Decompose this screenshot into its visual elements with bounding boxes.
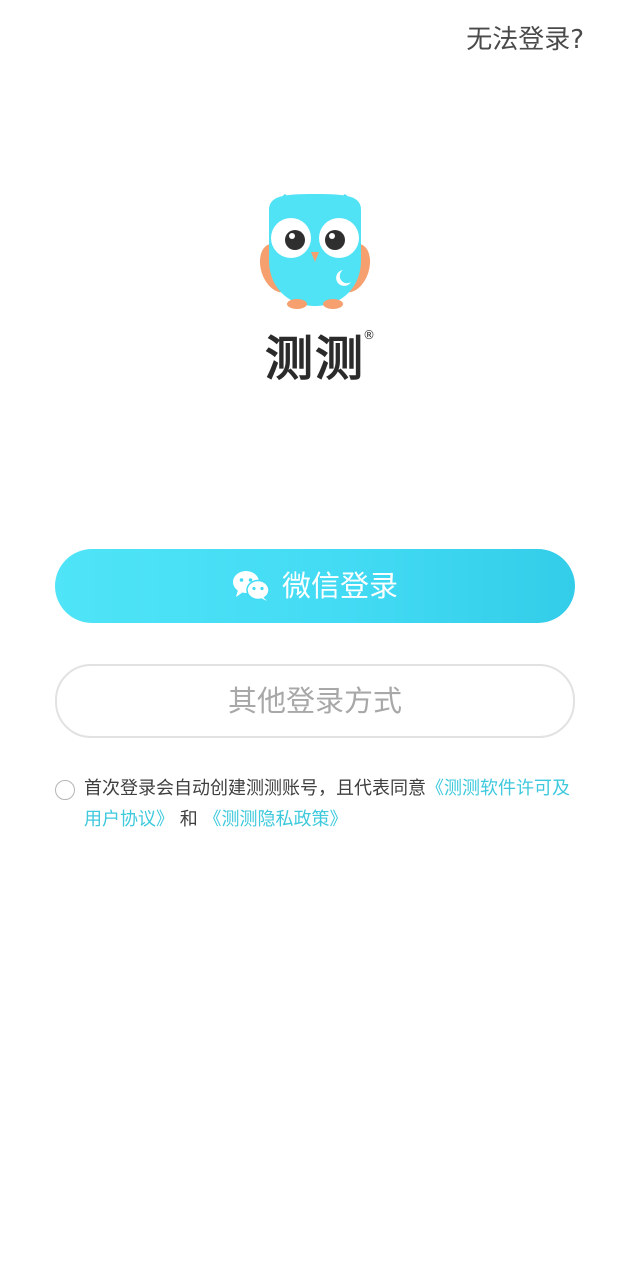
agreement-checkbox[interactable] [55, 780, 75, 800]
logo [0, 190, 630, 316]
agreement-prefix: 首次登录会自动创建测测账号，且代表同意 [84, 778, 426, 799]
cannot-login-link[interactable]: 无法登录? [466, 22, 584, 58]
app-name: 测测 ® [264, 328, 375, 390]
app-title-block: 测测 ® [0, 328, 630, 390]
wechat-icon [232, 571, 270, 601]
agreement-text: 首次登录会自动创建测测账号，且代表同意《测测软件许可及用户协议》 和 《测测隐私… [84, 773, 574, 835]
app-name-text: 测测 [264, 331, 365, 387]
privacy-policy-link[interactable]: 《测测隐私政策》 [203, 809, 347, 830]
owl-mascot-icon [259, 194, 371, 309]
wechat-login-label: 微信登录 [281, 569, 398, 603]
wechat-login-button[interactable]: 微信登录 [55, 549, 575, 623]
agreement-joiner: 和 [179, 809, 198, 830]
other-login-label: 其他登录方式 [227, 684, 402, 718]
other-login-button[interactable]: 其他登录方式 [55, 664, 575, 738]
registered-mark: ® [363, 328, 377, 342]
